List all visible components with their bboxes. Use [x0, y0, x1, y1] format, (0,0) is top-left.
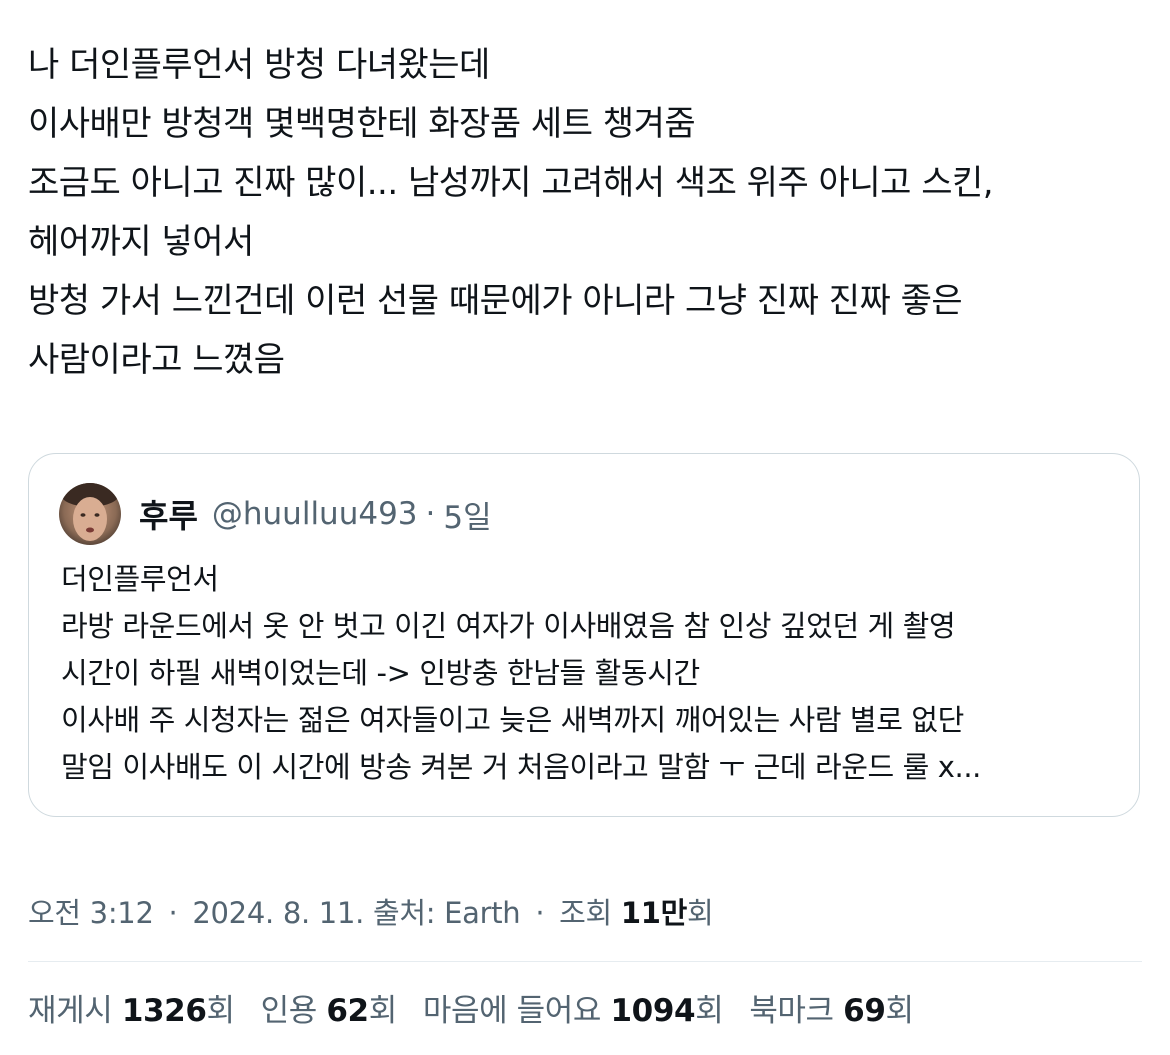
quoted-user-name[interactable]: 후루	[139, 491, 198, 537]
engagement-stats: 재게시 1326회 인용 62회 마음에 들어요 1094회 북마크 69회	[28, 985, 940, 1030]
likes-count: 1094	[610, 993, 696, 1029]
quoted-tweet-card[interactable]: 후루 @huulluu493 · 5일 더인플루언서 라방 라운드에서 옷 안 …	[28, 453, 1140, 817]
tweet-source[interactable]: Earth	[444, 896, 521, 930]
tweet-time[interactable]: 오전 3:12	[28, 896, 154, 930]
quotes-label: 인용	[260, 993, 318, 1029]
tweet-text-line: 헤어까지 넣어서	[28, 222, 254, 262]
quoted-tweet-text: 더인플루언서 라방 라운드에서 옷 안 벗고 이긴 여자가 이사배였음 참 인상…	[61, 556, 1121, 791]
quoted-text-line: 더인플루언서	[61, 562, 219, 596]
user-avatar-icon[interactable]	[59, 483, 121, 545]
tweet-text-line: 조금도 아니고 진짜 많이... 남성까지 고려해서 색조 위주 아니고 스킨,	[28, 163, 994, 203]
likes-suffix: 회	[695, 993, 724, 1029]
bookmarks-stat[interactable]: 북마크 69회	[749, 985, 915, 1030]
source-label: 출처:	[372, 896, 436, 930]
tweet-text: 나 더인플루언서 방청 다녀왔는데 이사배만 방청객 몇백명한테 화장품 세트 …	[28, 36, 1148, 390]
views-label: 조회	[559, 896, 612, 930]
tweet-text-line: 사람이라고 느꼈음	[28, 340, 285, 380]
quoted-tweet-header: 후루 @huulluu493 · 5일	[59, 482, 492, 546]
reposts-suffix: 회	[206, 993, 236, 1029]
separator-dot: ·	[168, 896, 178, 930]
tweet-text-line: 방청 가서 느낀건데 이런 선물 때문에가 아니라 그냥 진짜 진짜 좋은	[28, 281, 963, 321]
tweet-meta: 오전 3:12 · 2024. 8. 11. 출처: Earth · 조회 11…	[28, 890, 714, 932]
separator-dot: ·	[535, 896, 545, 930]
quoted-user-handle[interactable]: @huulluu493	[212, 496, 418, 532]
quotes-suffix: 회	[368, 993, 398, 1029]
tweet-date[interactable]: 2024. 8. 11.	[192, 896, 364, 930]
quoted-text-line: 시간이 하필 새벽이었는데 -> 인방충 한남들 활동시간	[61, 656, 700, 690]
tweet-text-line: 나 더인플루언서 방청 다녀왔는데	[28, 45, 490, 85]
likes-label: 마음에 들어요	[422, 993, 602, 1029]
bookmarks-label: 북마크	[749, 993, 834, 1029]
separator-dot: ·	[425, 496, 436, 532]
quoted-text-line: 라방 라운드에서 옷 안 벗고 이긴 여자가 이사배였음 참 인상 깊었던 게 …	[61, 609, 956, 643]
bookmarks-count: 69	[843, 993, 886, 1029]
likes-stat[interactable]: 마음에 들어요 1094회	[422, 985, 724, 1030]
divider	[28, 961, 1142, 962]
views-suffix: 회	[686, 896, 714, 930]
reposts-label: 재게시	[28, 993, 113, 1029]
quoted-tweet-time[interactable]: 5일	[443, 492, 491, 537]
quotes-stat[interactable]: 인용 62회	[260, 985, 398, 1030]
reposts-count: 1326	[121, 993, 207, 1029]
views-count: 11만	[620, 896, 687, 930]
bookmarks-suffix: 회	[885, 993, 915, 1029]
reposts-stat[interactable]: 재게시 1326회	[28, 985, 235, 1030]
quotes-count: 62	[326, 993, 369, 1029]
quoted-text-line: 말임 이사배도 이 시간에 방송 켜본 거 처음이라고 말함 ㅜ 근데 라운드 …	[61, 750, 981, 784]
quoted-text-line: 이사배 주 시청자는 젊은 여자들이고 늦은 새벽까지 깨어있는 사람 별로 없…	[61, 703, 964, 737]
tweet-text-line: 이사배만 방청객 몇백명한테 화장품 세트 챙겨줌	[28, 104, 696, 144]
